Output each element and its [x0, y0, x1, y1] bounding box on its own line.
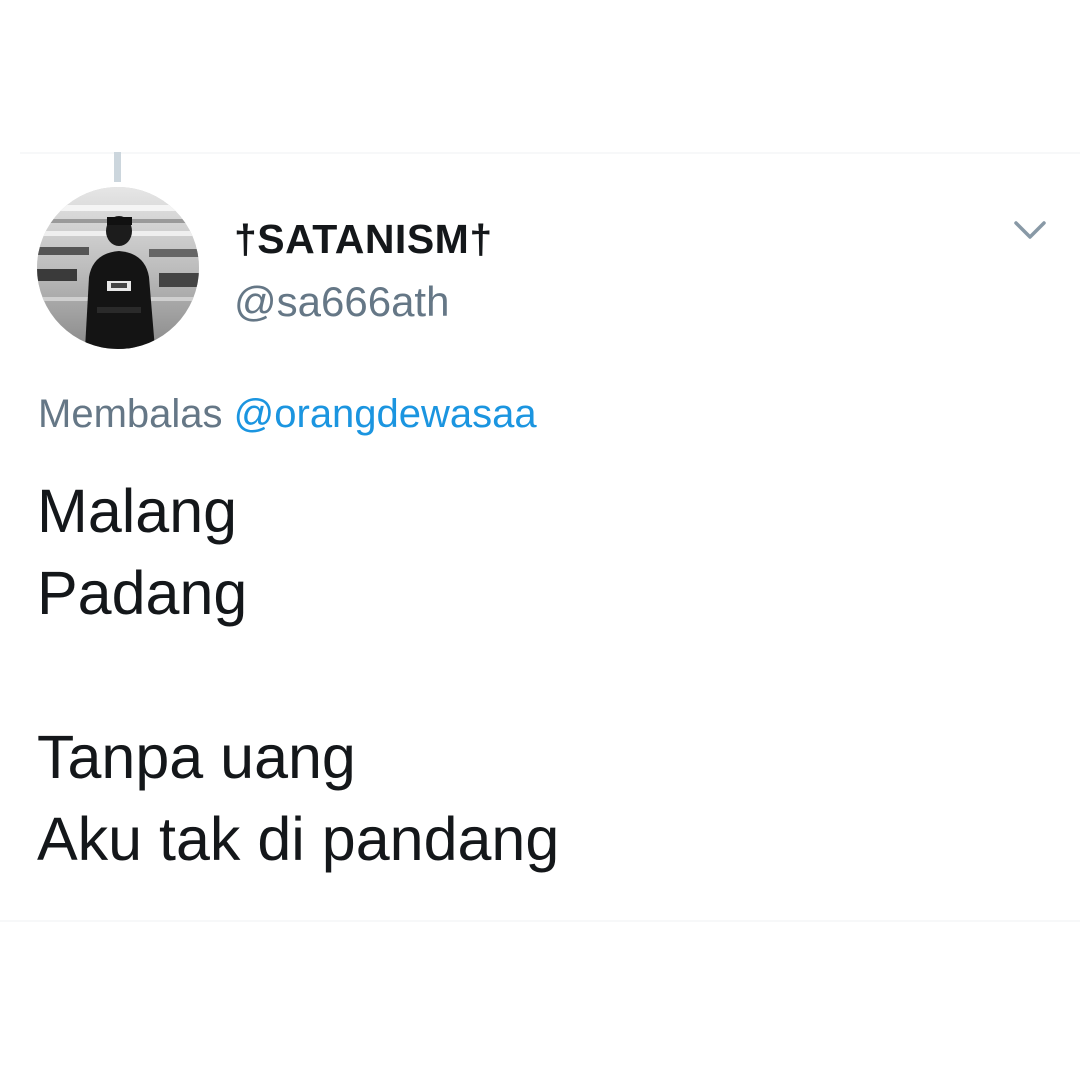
tweet-text: Malang Padang Tanpa uang Aku tak di pand…	[37, 470, 559, 880]
avatar[interactable]	[37, 187, 199, 349]
display-name[interactable]: †SATANISM†	[234, 216, 493, 263]
reply-context: Membalas @orangdewasaa	[38, 392, 537, 437]
tweet-screenshot: †SATANISM† @sa666ath Membalas @orangdewa…	[0, 0, 1080, 1080]
profile-photo-icon	[37, 187, 199, 349]
chevron-down-icon[interactable]	[1010, 214, 1050, 246]
divider	[0, 920, 1080, 922]
divider	[20, 152, 1080, 154]
tweet-text-line: Tanpa uang	[37, 723, 356, 791]
reply-prefix: Membalas	[38, 392, 223, 436]
tweet-text-line: Malang	[37, 477, 238, 545]
tweet-text-line: Padang	[37, 559, 248, 627]
thread-connector-line	[114, 152, 121, 182]
reply-mention-link[interactable]: @orangdewasaa	[234, 392, 537, 436]
tweet-text-line: Aku tak di pandang	[37, 805, 560, 873]
user-handle[interactable]: @sa666ath	[234, 278, 449, 326]
